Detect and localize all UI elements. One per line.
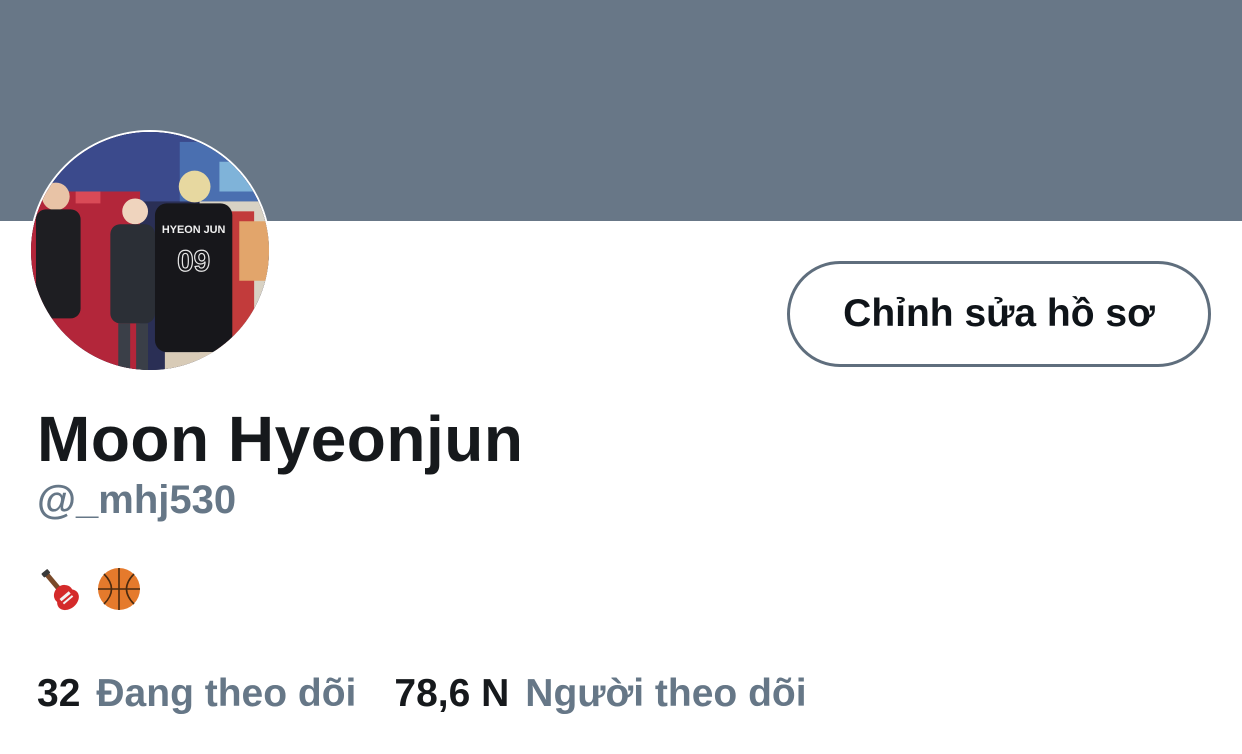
bio: [36, 566, 142, 612]
followers-link[interactable]: 78,6 N Người theo dõi: [394, 672, 806, 716]
following-link[interactable]: 32 Đang theo dõi: [37, 672, 356, 716]
following-count: 32: [37, 672, 81, 715]
followers-label: Người theo dõi: [525, 672, 807, 715]
profile-page: HYEON JUN 09 Chỉnh sửa hồ sơ Moon Hyeonj…: [0, 0, 1242, 754]
following-label: Đang theo dõi: [96, 672, 357, 715]
username-handle: @_mhj530: [37, 478, 237, 522]
guitar-icon: [41, 569, 79, 611]
avatar-photo: HYEON JUN 09: [31, 132, 269, 370]
edit-profile-button[interactable]: Chỉnh sửa hồ sơ: [787, 261, 1211, 367]
basketball-icon: [98, 568, 140, 610]
avatar[interactable]: HYEON JUN 09: [29, 130, 271, 372]
follow-stats: 32 Đang theo dõi 78,6 N Người theo dõi: [37, 672, 807, 716]
avatar-jersey-text: HYEON JUN: [162, 224, 226, 236]
display-name: Moon Hyeonjun: [37, 403, 524, 475]
avatar-jersey-number: 09: [177, 245, 210, 278]
followers-count: 78,6 N: [394, 672, 510, 715]
